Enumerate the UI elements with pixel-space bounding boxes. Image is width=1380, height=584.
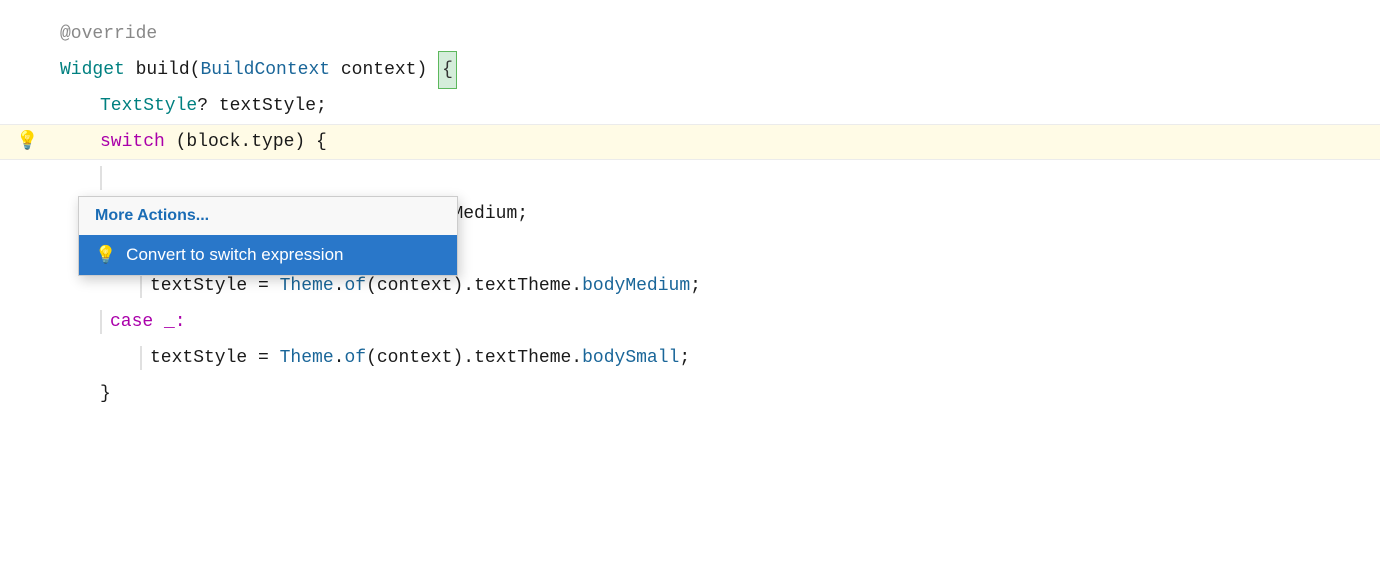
- keyword-switch: switch: [100, 124, 165, 160]
- method-body: bodyMedium: [582, 268, 690, 304]
- lightbulb-menu-icon: 💡: [95, 245, 116, 265]
- plain-text: ? textStyle;: [197, 88, 327, 124]
- plain-text: build(: [125, 52, 201, 88]
- code-line: textStyle = Theme . of (context).textThe…: [0, 340, 1380, 376]
- code-editor: @override Widget build( BuildContext con…: [0, 0, 1380, 584]
- vertical-indent-bar: [140, 274, 142, 298]
- semicolon: ;: [690, 268, 701, 304]
- semicolon2: ;: [679, 340, 690, 376]
- code-text: textStyle =: [150, 340, 280, 376]
- keyword-widget: Widget: [60, 52, 125, 88]
- more-actions-header[interactable]: More Actions...: [79, 197, 457, 235]
- annotation-text: @override: [60, 16, 157, 52]
- plain-text: .: [334, 340, 345, 376]
- convert-switch-label: Convert to switch expression: [126, 245, 343, 265]
- method-of2: of: [344, 340, 366, 376]
- plain-text: (context).textTheme.: [366, 340, 582, 376]
- vertical-indent-bar: [100, 166, 102, 190]
- close-brace: }: [100, 376, 111, 412]
- context-menu: More Actions... 💡 Convert to switch expr…: [78, 196, 458, 276]
- code-line: TextStyle ? textStyle;: [0, 88, 1380, 124]
- vertical-indent-bar: [140, 346, 142, 370]
- plain-text: context): [330, 52, 438, 88]
- code-line: [0, 160, 1380, 196]
- code-line: }: [0, 376, 1380, 412]
- vertical-indent-bar: [100, 310, 102, 334]
- code-line: Widget build( BuildContext context) {: [0, 52, 1380, 88]
- brace-open: {: [438, 51, 457, 89]
- code-line: @override: [0, 16, 1380, 52]
- method-bodysmall: bodySmall: [582, 340, 679, 376]
- theme-ref2: Theme: [280, 340, 334, 376]
- plain-text: (block.type) {: [165, 124, 327, 160]
- type-buildcontext: BuildContext: [200, 52, 330, 88]
- lightbulb-icon[interactable]: 💡: [16, 124, 38, 160]
- keyword-case-default: case _:: [110, 304, 186, 340]
- type-textstyle: TextStyle: [100, 88, 197, 124]
- convert-switch-item[interactable]: 💡 Convert to switch expression: [79, 235, 457, 275]
- code-line: case _:: [0, 304, 1380, 340]
- switch-line: 💡 switch (block.type) {: [0, 124, 1380, 160]
